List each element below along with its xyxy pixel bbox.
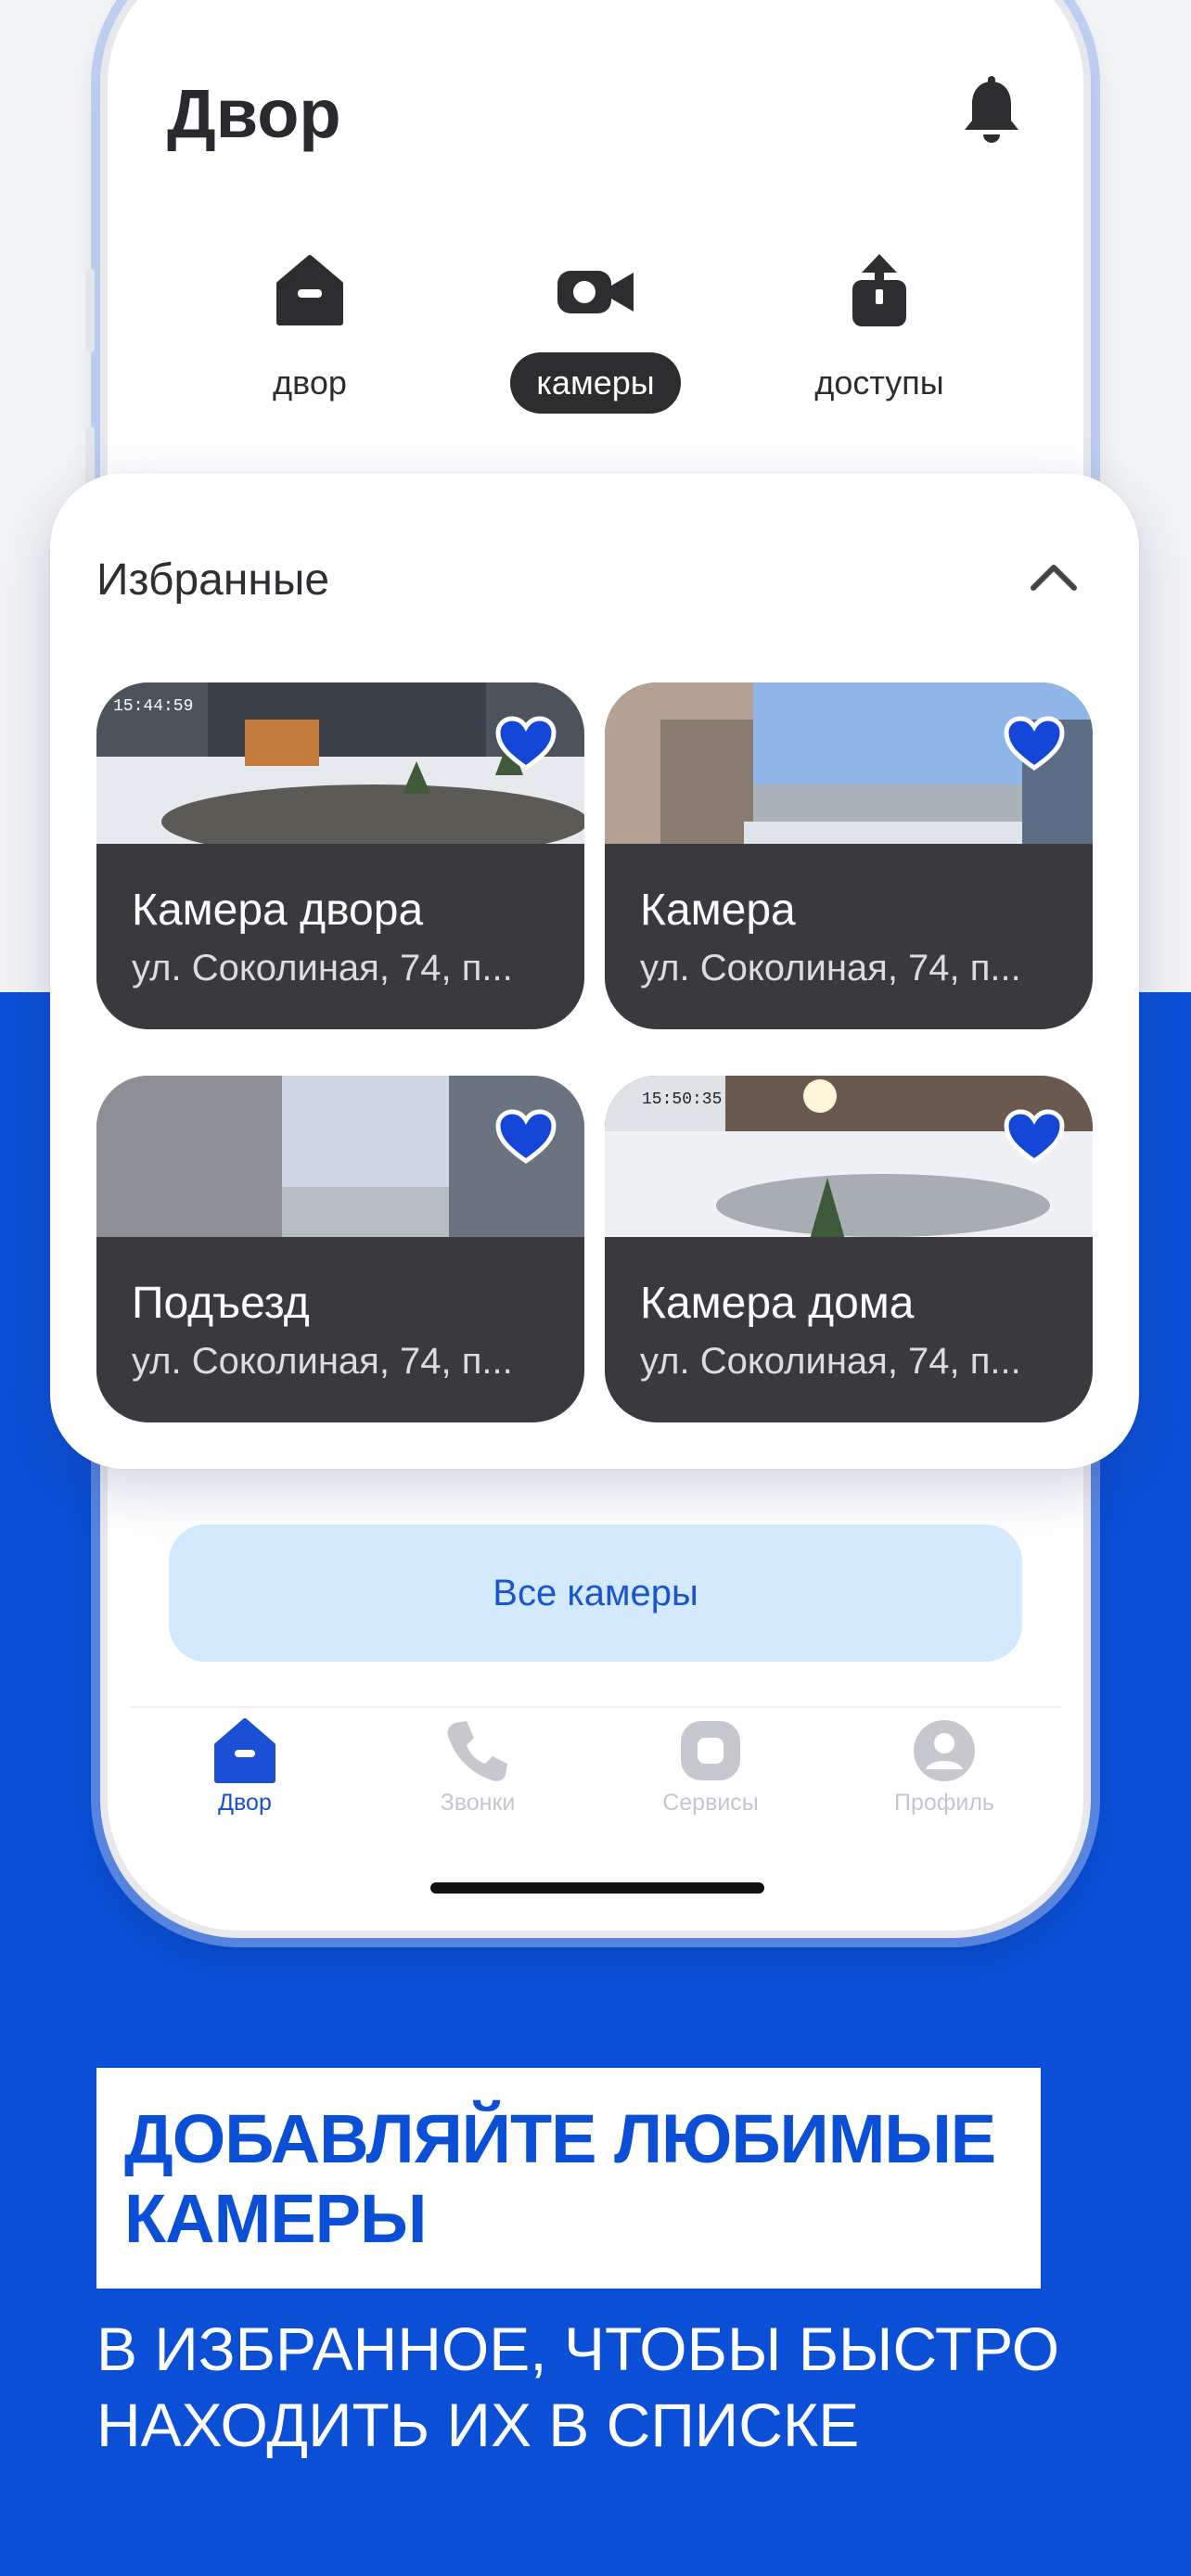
camera-card[interactable]: 15:44:59 Камера двора ул. Соколиная, 74,…: [96, 682, 584, 1029]
camera-card[interactable]: Подъезд ул. Соколиная, 74, п...: [96, 1076, 584, 1422]
camera-card[interactable]: Камера ул. Соколиная, 74, п...: [605, 682, 1093, 1029]
camera-address: ул. Соколиная, 74, п...: [132, 1341, 513, 1382]
nav-item-yard[interactable]: Двор: [152, 1715, 338, 1817]
camera-card[interactable]: 15:50:35 Камера дома ул. Соколиная, 74, …: [605, 1076, 1093, 1422]
camera-timestamp: 15:50:35: [642, 1090, 722, 1109]
tab-yard[interactable]: двор: [208, 249, 412, 414]
promo-headline: ДОБАВЛЯЙТЕ ЛЮБИМЫЕ КАМЕРЫ: [124, 2099, 1033, 2259]
favorites-card: Избранные 15:44:59 Камера двора ул. Соко…: [50, 473, 1139, 1469]
house-icon: [214, 1718, 275, 1783]
tab-label: камеры: [510, 352, 681, 414]
chevron-up-icon[interactable]: [1028, 558, 1080, 595]
camera-name: Камера: [640, 886, 796, 935]
nav-item-services[interactable]: Сервисы: [618, 1715, 803, 1817]
camera-address: ул. Соколиная, 74, п...: [640, 1341, 1021, 1382]
bell-icon[interactable]: [961, 76, 1022, 147]
house-icon: [276, 255, 343, 325]
promo-headline-line: ДОБАВЛЯЙТЕ ЛЮБИМЫЕ: [124, 2100, 996, 2177]
heart-icon[interactable]: [495, 716, 557, 772]
phone-side-button: [85, 269, 95, 352]
camera-name: Подъезд: [132, 1279, 310, 1328]
camera-label-bg: [96, 1237, 584, 1422]
heart-icon[interactable]: [1004, 716, 1065, 772]
camera-name: Камера дома: [640, 1279, 915, 1328]
tab-cameras[interactable]: камеры: [493, 249, 698, 414]
nav-divider: [130, 1706, 1061, 1708]
camera-address: ул. Соколиная, 74, п...: [132, 948, 513, 988]
tab-label: доступы: [814, 363, 944, 402]
camera-name: Камера двора: [132, 886, 424, 935]
nav-label: Сервисы: [662, 1790, 759, 1816]
promo-headline-line: КАМЕРЫ: [124, 2180, 427, 2257]
profile-icon: [914, 1720, 975, 1781]
phone-icon: [447, 1721, 507, 1781]
camera-label-bg: [605, 1237, 1093, 1422]
nav-item-calls[interactable]: Звонки: [385, 1715, 570, 1817]
tab-access[interactable]: доступы: [777, 249, 981, 414]
camera-label-bg: [605, 844, 1093, 1029]
video-camera-icon: [557, 271, 634, 313]
nav-item-profile[interactable]: Профиль: [852, 1715, 1037, 1817]
tab-label: двор: [273, 363, 347, 402]
camera-label-bg: [96, 844, 584, 1029]
nav-label: Звонки: [440, 1790, 516, 1816]
nav-label: Профиль: [894, 1790, 994, 1816]
promo-subtitle-line: НАХОДИТЬ ИХ В СПИСКЕ: [96, 2391, 860, 2459]
home-indicator: [430, 1882, 764, 1894]
all-cameras-button[interactable]: Все камеры: [169, 1524, 1022, 1662]
nav-label: Двор: [218, 1790, 272, 1816]
heart-icon[interactable]: [495, 1109, 557, 1165]
promo-subtitle-line: В ИЗБРАННОЕ, ЧТОБЫ БЫСТРО: [96, 2315, 1060, 2383]
camera-address: ул. Соколиная, 74, п...: [640, 948, 1021, 988]
favorites-title: Избранные: [96, 555, 330, 605]
promo-subtitle: В ИЗБРАННОЕ, ЧТОБЫ БЫСТРО НАХОДИТЬ ИХ В …: [96, 2311, 1135, 2463]
share-icon: [852, 254, 906, 326]
services-icon: [681, 1721, 740, 1780]
heart-icon[interactable]: [1004, 1109, 1065, 1165]
camera-timestamp: 15:44:59: [113, 697, 193, 716]
page-title: Двор: [167, 75, 341, 152]
